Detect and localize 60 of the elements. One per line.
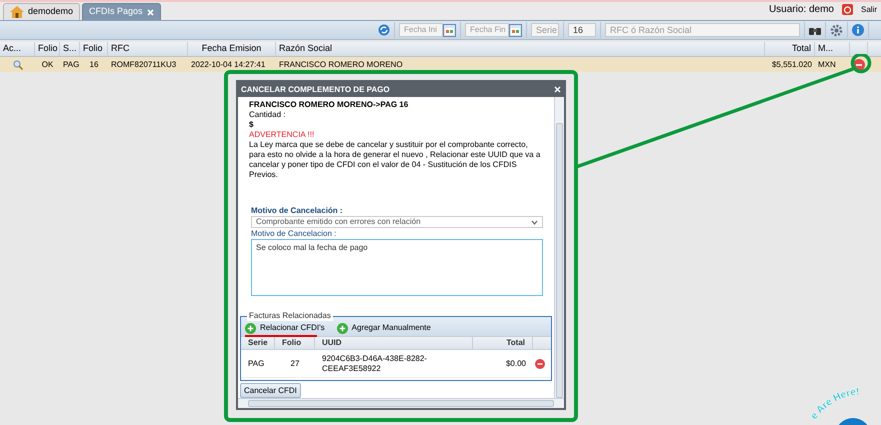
field-label: Motivo de Cancelación : — [251, 206, 344, 216]
table-cell: $5,551.020 — [772, 60, 812, 68]
column-header[interactable]: Ac... — [0, 42, 35, 56]
logout-icon[interactable] — [842, 4, 853, 15]
remove-icon[interactable] — [853, 58, 865, 70]
table-cell: PAG — [63, 60, 80, 68]
user-label: Usuario: demo — [768, 3, 834, 17]
table-row[interactable]: OK PAG 16 ROMF820711KU3 2022-10-04 14:27:41 FRANCISCO ROMERO MORENO $5,551.020 MXN — [0, 57, 881, 72]
calendar-icon[interactable] — [443, 24, 456, 36]
note-textarea[interactable]: Se coloco mal la fecha de pago — [251, 239, 543, 296]
folio-field[interactable]: 16 — [568, 23, 596, 37]
table-cell: ROMF820711KU3 — [111, 60, 176, 68]
warning-text: ADVERTENCIA !!! — [249, 130, 316, 140]
dialog-title: CANCELAR COMPLEMENTO DE PAGO — [241, 84, 390, 96]
logout-link[interactable]: Salir — [860, 4, 877, 16]
table-cell: 2022-10-04 14:27:41 — [191, 60, 266, 68]
table-cell: PAG — [248, 358, 264, 368]
table-cell: 16 — [90, 60, 98, 68]
search-icon[interactable] — [12, 60, 22, 70]
fieldset-legend: Facturas Relacionadas — [247, 311, 333, 321]
column-header[interactable]: RFC — [108, 42, 188, 56]
table-cell: 9204C6B3-D46A-438E-8282-CEEAF3E58922 — [322, 354, 427, 372]
amount-label: Cantidad : — [249, 110, 286, 120]
warning-message: La Ley marca que se debe de cancelar y sustituir por el comprobante correcto, para esto no olvide a la hora de generar el nuevo , Relacionar este UUID que va a cancelar y poner tipo de CFDI con el valor de 04 - Sustitución de los CFDIS Previos. — [249, 140, 542, 180]
column-header[interactable]: M... — [815, 42, 850, 56]
table-cell: OK — [42, 60, 54, 68]
column-header[interactable]: Total — [765, 42, 815, 56]
column-header[interactable]: Fecha Emision — [188, 42, 276, 56]
amount: $ — [249, 120, 254, 130]
annotation-underline — [245, 335, 317, 337]
table-cell: MXN — [818, 60, 836, 68]
chevron-down-icon — [531, 220, 538, 224]
column-header[interactable]: Folio — [35, 42, 60, 56]
refresh-icon[interactable] — [378, 24, 390, 36]
add-icon — [336, 322, 348, 334]
add-icon — [245, 322, 256, 334]
gear-icon[interactable] — [830, 24, 843, 36]
reason-dropdown[interactable]: Comprobante emitido con errores con relación — [251, 216, 543, 228]
add-button[interactable]: Relacionar CFDI's — [245, 322, 325, 334]
column-header[interactable]: Total — [473, 337, 533, 349]
binoculars-icon[interactable] — [809, 25, 821, 35]
calendar-icon[interactable] — [509, 24, 522, 36]
column-header[interactable]: Razón Social — [276, 42, 765, 56]
tab[interactable]: demodemo — [3, 3, 80, 20]
info-icon[interactable] — [852, 24, 864, 36]
table-cell: FRANCISCO ROMERO MORENO — [279, 60, 403, 68]
column-header[interactable]: S... — [60, 42, 80, 56]
horizontal-scrollbar[interactable] — [238, 398, 564, 408]
table-cell: $0.00 — [506, 358, 526, 368]
field-label: Motivo de Cancelacion : — [251, 229, 338, 239]
close-icon[interactable] — [554, 86, 561, 93]
home-icon — [10, 6, 24, 18]
cancel-cfdi-button[interactable]: Cancelar CFDI — [240, 383, 301, 398]
column-header[interactable]: Folio — [80, 42, 108, 56]
table-cell: 27 — [290, 358, 300, 368]
heading: FRANCISCO ROMERO MORENO->PAG 16 — [249, 100, 410, 110]
close-icon[interactable] — [146, 8, 154, 16]
remove-icon[interactable] — [535, 358, 545, 368]
add-button[interactable]: Agregar Manualmente — [336, 322, 431, 334]
vertical-scrollbar[interactable] — [554, 97, 564, 398]
